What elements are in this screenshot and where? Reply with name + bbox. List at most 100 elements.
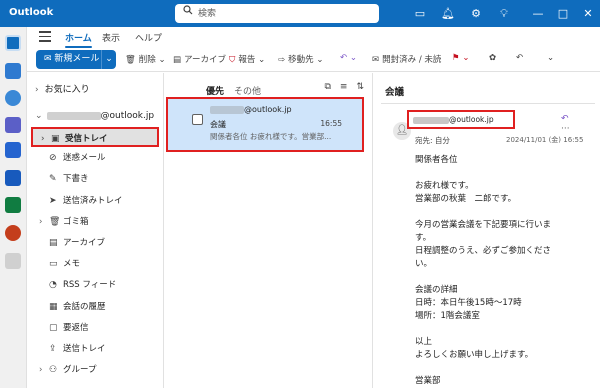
chevron-right-icon: › [35, 85, 39, 95]
envelope-open-icon: ✉ [372, 55, 380, 65]
account-label: @outlook.jp [100, 111, 155, 121]
folder-item[interactable]: ◔ RSS フィード [27, 275, 163, 295]
new-mail-button[interactable]: ✉ 新規メール ⌄ [36, 50, 116, 69]
message-date: 2024/11/01 (金) 16:55 [506, 136, 584, 144]
archive-label: アーカイブ [184, 55, 227, 65]
archive-icon: ▤ [173, 55, 182, 65]
more-options-button[interactable]: ⌄ [547, 53, 554, 63]
filter-icon[interactable]: ≡ [340, 82, 348, 92]
toolbar: ✉ 新規メール ⌄ 🗑︎ 削除 ⌄ ▤ アーカイブ ⛉ 報告 ⌄ ⇨ 移動先 ⌄ ↶ ⌄… [27, 48, 600, 72]
categorize-icon: ✿ [489, 53, 497, 63]
undo-button[interactable]: ↶ [516, 53, 523, 63]
favorites-header[interactable]: › お気に入り [35, 82, 90, 95]
folder-item[interactable]: ▭ メモ [27, 254, 163, 274]
reply-icon[interactable]: ↶ [561, 114, 569, 124]
folder-item[interactable]: ⊘ 迷惑メール [27, 148, 163, 168]
archive-icon: ▤ [49, 238, 58, 248]
reply-needed-icon: ▢ [49, 322, 58, 333]
folder-item[interactable]: › 🗑︎ ゴミ箱 [27, 212, 163, 232]
more-apps-icon[interactable] [5, 253, 21, 269]
hamburger-menu-icon[interactable] [39, 31, 51, 42]
sent-icon: ➤ [49, 195, 57, 206]
folder-item[interactable]: ▦ 会話の履歴 [27, 297, 163, 317]
my-day-icon[interactable]: ▭ [412, 6, 428, 22]
move-to-button[interactable]: ⇨ 移動先 ⌄ [278, 53, 323, 65]
reading-icons: ↶··· [561, 114, 595, 134]
mail-app-icon[interactable] [5, 35, 21, 51]
folder-label: 送信済みトレイ [63, 195, 123, 206]
body-line: よろしくお願い申し上げます。 [415, 350, 534, 360]
ribbon-tabs: ホーム 表示 ヘルプ [27, 27, 600, 48]
sender-address: @outlook.jp [407, 110, 515, 129]
report-button[interactable]: ⛉ 報告 ⌄ [229, 53, 265, 65]
reply-icon: ↶ [340, 53, 348, 63]
folder-item[interactable]: ⇪ 送信トレイ [27, 339, 163, 359]
note-icon: ▭ [49, 259, 58, 270]
sort-icon[interactable]: ⇅ [356, 82, 364, 92]
body-line [415, 206, 590, 219]
message-checkbox[interactable] [192, 114, 203, 125]
excel-app-icon[interactable] [5, 197, 21, 213]
tab-home[interactable]: ホーム [65, 31, 92, 48]
chevron-right-icon[interactable]: › [39, 212, 49, 232]
tab-focused[interactable]: 優先 [206, 87, 224, 97]
more-icon[interactable]: ··· [561, 124, 570, 134]
teams-app-icon[interactable] [5, 117, 21, 133]
archive-button[interactable]: ▤ アーカイブ [173, 53, 226, 65]
inbox-icon: ▣ [51, 134, 60, 144]
favorites-label: お気に入り [44, 85, 90, 95]
folder-item[interactable]: › ▣ 受信トレイ [31, 127, 159, 147]
body-line: 営業部の秋葉 二郎です。 [415, 194, 517, 204]
app-title: Outlook [9, 7, 54, 18]
maximize-icon[interactable]: □ [555, 6, 571, 22]
rss-icon: ◔ [49, 280, 57, 291]
folder-item[interactable]: ➤ 送信済みトレイ [27, 191, 163, 211]
categorize-button[interactable]: ✿ [489, 53, 496, 63]
read-unread-button[interactable]: ✉ 開封済み / 未読 [372, 53, 441, 65]
body-line: 日程調整のうえ、必ずご参加くださ [415, 246, 552, 256]
move-icon: ⇨ [278, 55, 286, 65]
tab-view[interactable]: 表示 [102, 31, 120, 44]
message-from: @outlook.jp [210, 105, 292, 114]
delete-button[interactable]: 🗑︎ 削除 ⌄ [125, 53, 166, 65]
chevron-right-icon[interactable]: › [39, 360, 49, 380]
body-line: す。 [415, 233, 432, 243]
settings-icon[interactable]: ⚙ [468, 6, 484, 22]
message-time: 16:55 [320, 119, 342, 128]
list-item[interactable]: @outlook.jp 会議 16:55 関係者各位 お疲れ様です。営業部... [166, 97, 364, 152]
word-app-icon[interactable] [5, 170, 21, 186]
close-icon[interactable]: ✕ [580, 6, 596, 22]
tab-other[interactable]: その他 [234, 87, 261, 97]
new-mail-dropdown-icon[interactable]: ⌄ [101, 50, 116, 69]
new-mail-icon: ✉ [44, 54, 52, 64]
todo-app-icon[interactable] [5, 142, 21, 158]
flag-button[interactable]: ⚑ ⌄ [452, 53, 469, 63]
tips-icon[interactable]: 💡︎ [496, 6, 512, 22]
report-label: 報告 [238, 55, 256, 65]
minimize-icon[interactable]: — [530, 6, 546, 22]
account-header[interactable]: ⌄ @outlook.jp [35, 111, 154, 121]
body-line: 会議の詳細 [415, 285, 458, 295]
select-mode-icon[interactable]: ⧉ [324, 82, 330, 92]
powerpoint-app-icon[interactable] [5, 225, 21, 241]
body-line [415, 323, 590, 336]
folder-item[interactable]: ▤ アーカイブ [27, 233, 163, 253]
folder-label: RSS フィード [63, 280, 117, 291]
body-line: 以上 [415, 337, 433, 347]
folder-item[interactable]: ✎ 下書き [27, 169, 163, 189]
notifications-icon[interactable]: 🔔︎ [440, 6, 456, 22]
people-app-icon[interactable] [5, 90, 21, 106]
chevron-down-icon: ⌄ [35, 111, 43, 121]
reply-all-button[interactable]: ↶ ⌄ [340, 53, 357, 63]
recipient-line: 宛先: 自分 [415, 136, 450, 145]
reading-subject: 会議 [385, 87, 405, 98]
chevron-right-icon[interactable]: › [41, 129, 51, 149]
folder-item[interactable]: › ⚇ グループ [27, 360, 163, 380]
folder-item[interactable]: ▢ 要返信 [27, 318, 163, 338]
body-line: い。 [415, 259, 433, 269]
body-line: 日時：本日午後15時〜17時 [415, 298, 522, 308]
search-input[interactable]: 検索 [175, 4, 379, 23]
calendar-app-icon[interactable] [5, 63, 21, 79]
account-redacted [46, 111, 101, 120]
tab-help[interactable]: ヘルプ [135, 31, 162, 44]
